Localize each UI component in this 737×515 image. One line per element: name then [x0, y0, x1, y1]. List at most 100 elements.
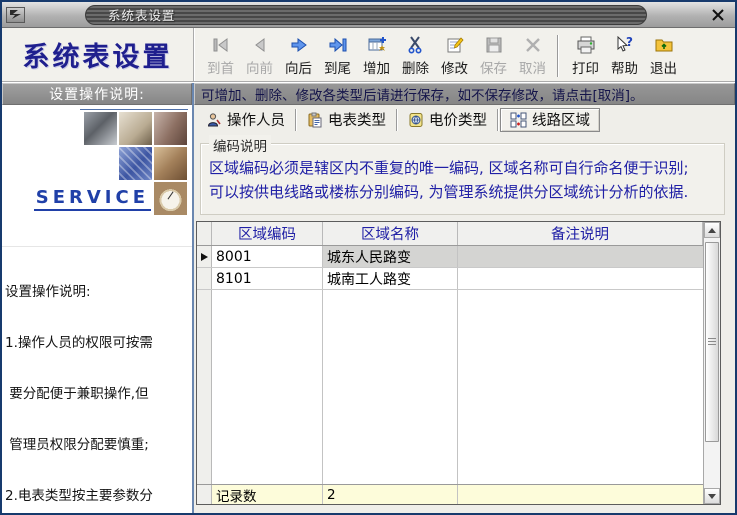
instruction-line: 2.电表类型按主要参数分	[5, 488, 192, 505]
code-note-line: 区域编码必须是辖区内不重复的唯一编码, 区域名称可自行命名便于识别;	[209, 156, 718, 180]
header-selector-cell	[197, 222, 212, 245]
cell-region-note[interactable]	[458, 268, 703, 289]
first-label: 到首	[207, 57, 234, 77]
tab-price-type[interactable]: 电价类型	[399, 108, 496, 132]
toolbar: 系统表设置 到首 向前 向后	[2, 28, 735, 83]
current-row-marker-icon	[201, 253, 208, 261]
column-header-note[interactable]: 备注说明	[458, 222, 703, 245]
exit-label: 退出	[650, 57, 677, 77]
delete-icon	[406, 33, 426, 57]
cancel-label: 取消	[519, 57, 546, 77]
table-row[interactable]: 8101 城南工人路变	[197, 268, 703, 290]
next-button[interactable]: 向后	[279, 33, 318, 79]
status-message: 可增加、删除、修改各类型后请进行保存，如不保存修改，请点击[取消]。	[194, 83, 735, 105]
prev-button[interactable]: 向前	[240, 33, 279, 79]
cancel-button[interactable]: 取消	[513, 33, 552, 79]
page-title-zone: 系统表设置	[2, 28, 195, 81]
sidebar-header: 设置操作说明:	[2, 83, 192, 105]
collage-row-1	[83, 111, 188, 146]
table-row[interactable]: 8001 城东人民路变	[197, 246, 703, 268]
region-icon	[510, 112, 527, 128]
prev-icon	[250, 33, 270, 57]
groupbox-title: 编码说明	[209, 135, 271, 155]
cell-region-name[interactable]: 城南工人路变	[323, 268, 458, 289]
cell-region-name[interactable]: 城东人民路变	[323, 246, 458, 267]
table-empty-area	[197, 290, 703, 484]
next-label: 向后	[285, 57, 312, 77]
last-button[interactable]: 到尾	[318, 33, 357, 79]
photo-metal-parts	[84, 112, 117, 145]
save-button[interactable]: 保存	[474, 33, 513, 79]
tab-divider	[295, 109, 297, 131]
price-icon	[408, 112, 424, 128]
service-label: SERVICE	[34, 187, 151, 211]
delete-button[interactable]: 删除	[396, 33, 435, 79]
content-panel: 可增加、删除、修改各类型后请进行保存，如不保存修改，请点击[取消]。 操作人员 …	[194, 83, 735, 513]
print-label: 打印	[572, 57, 599, 77]
exit-icon	[654, 33, 674, 57]
column-header-name[interactable]: 区域名称	[323, 222, 458, 245]
edit-label: 修改	[441, 57, 468, 77]
photo-pocket-watch	[154, 182, 187, 215]
tab-divider	[396, 109, 398, 131]
record-count-label: 记录数	[212, 485, 323, 504]
tab-price-type-label: 电价类型	[429, 109, 487, 130]
help-button[interactable]: ? 帮助	[605, 33, 644, 79]
first-icon	[211, 33, 231, 57]
add-button[interactable]: 增加	[357, 33, 396, 79]
tab-meter-type-label: 电表类型	[328, 109, 386, 130]
empty-name-col	[323, 290, 458, 484]
cancel-icon	[523, 33, 543, 57]
instruction-line: 设置操作说明:	[5, 284, 192, 301]
code-note-line: 可以按供电线路或楼栋分别编码, 为管理系统提供分区域统计分析的依据.	[209, 180, 718, 204]
edit-button[interactable]: 修改	[435, 33, 474, 79]
thumb-grip-icon	[708, 338, 716, 346]
scrollbar-thumb[interactable]	[705, 242, 719, 442]
scroll-up-icon[interactable]	[704, 222, 720, 238]
save-label: 保存	[480, 57, 507, 77]
last-label: 到尾	[324, 57, 351, 77]
print-button[interactable]: 打印	[566, 33, 605, 79]
row-selector-cell	[197, 268, 212, 289]
collage-row-2	[118, 146, 188, 181]
tabbar: 操作人员 电表类型 电价类型 线路区域	[194, 105, 735, 134]
photo-watch-glove	[154, 147, 187, 180]
cell-region-note[interactable]	[458, 246, 703, 267]
current-row-marker-cell	[197, 246, 212, 267]
first-button[interactable]: 到首	[201, 33, 240, 79]
tab-line-region-label: 线路区域	[532, 109, 590, 130]
vertical-scrollbar[interactable]	[703, 222, 720, 504]
exit-button[interactable]: 退出	[644, 33, 683, 79]
prev-label: 向前	[246, 57, 273, 77]
empty-selector-col	[197, 290, 212, 484]
clipboard-icon	[307, 112, 323, 128]
tab-meter-type[interactable]: 电表类型	[298, 108, 395, 132]
sidebar-image-collage: SERVICE	[2, 105, 192, 247]
column-header-code[interactable]: 区域编码	[212, 222, 323, 245]
photo-tools	[154, 112, 187, 145]
empty-note-col	[458, 290, 703, 484]
app-window: 系统表设置 系统表设置 到首 向前	[0, 0, 737, 515]
scroll-down-icon[interactable]	[704, 488, 720, 504]
tab-divider	[497, 109, 499, 131]
help-label: 帮助	[611, 57, 638, 77]
add-label: 增加	[363, 57, 390, 77]
print-icon	[576, 33, 596, 57]
help-icon: ?	[615, 33, 635, 57]
window-title: 系统表设置	[85, 5, 647, 25]
footer-empty-cell	[458, 485, 703, 504]
code-description-groupbox: 编码说明 区域编码必须是辖区内不重复的唯一编码, 区域名称可自行命名便于识别; …	[200, 143, 725, 215]
delete-label: 删除	[402, 57, 429, 77]
photo-pen	[119, 112, 152, 145]
cell-region-code[interactable]: 8101	[212, 268, 323, 289]
add-icon	[367, 33, 387, 57]
tab-line-region[interactable]: 线路区域	[500, 108, 600, 132]
table-header-row: 区域编码 区域名称 备注说明	[197, 222, 703, 246]
record-count-value: 2	[323, 485, 458, 504]
titlebar: 系统表设置	[2, 2, 735, 28]
sidebar-instructions: 设置操作说明: 1.操作人员的权限可按需 要分配便于兼职操作,但 管理员权限分配…	[2, 247, 192, 513]
close-icon[interactable]	[707, 6, 729, 24]
cell-region-code[interactable]: 8001	[212, 246, 323, 267]
tab-operators-label: 操作人员	[227, 109, 285, 130]
tab-operators[interactable]: 操作人员	[197, 108, 294, 132]
